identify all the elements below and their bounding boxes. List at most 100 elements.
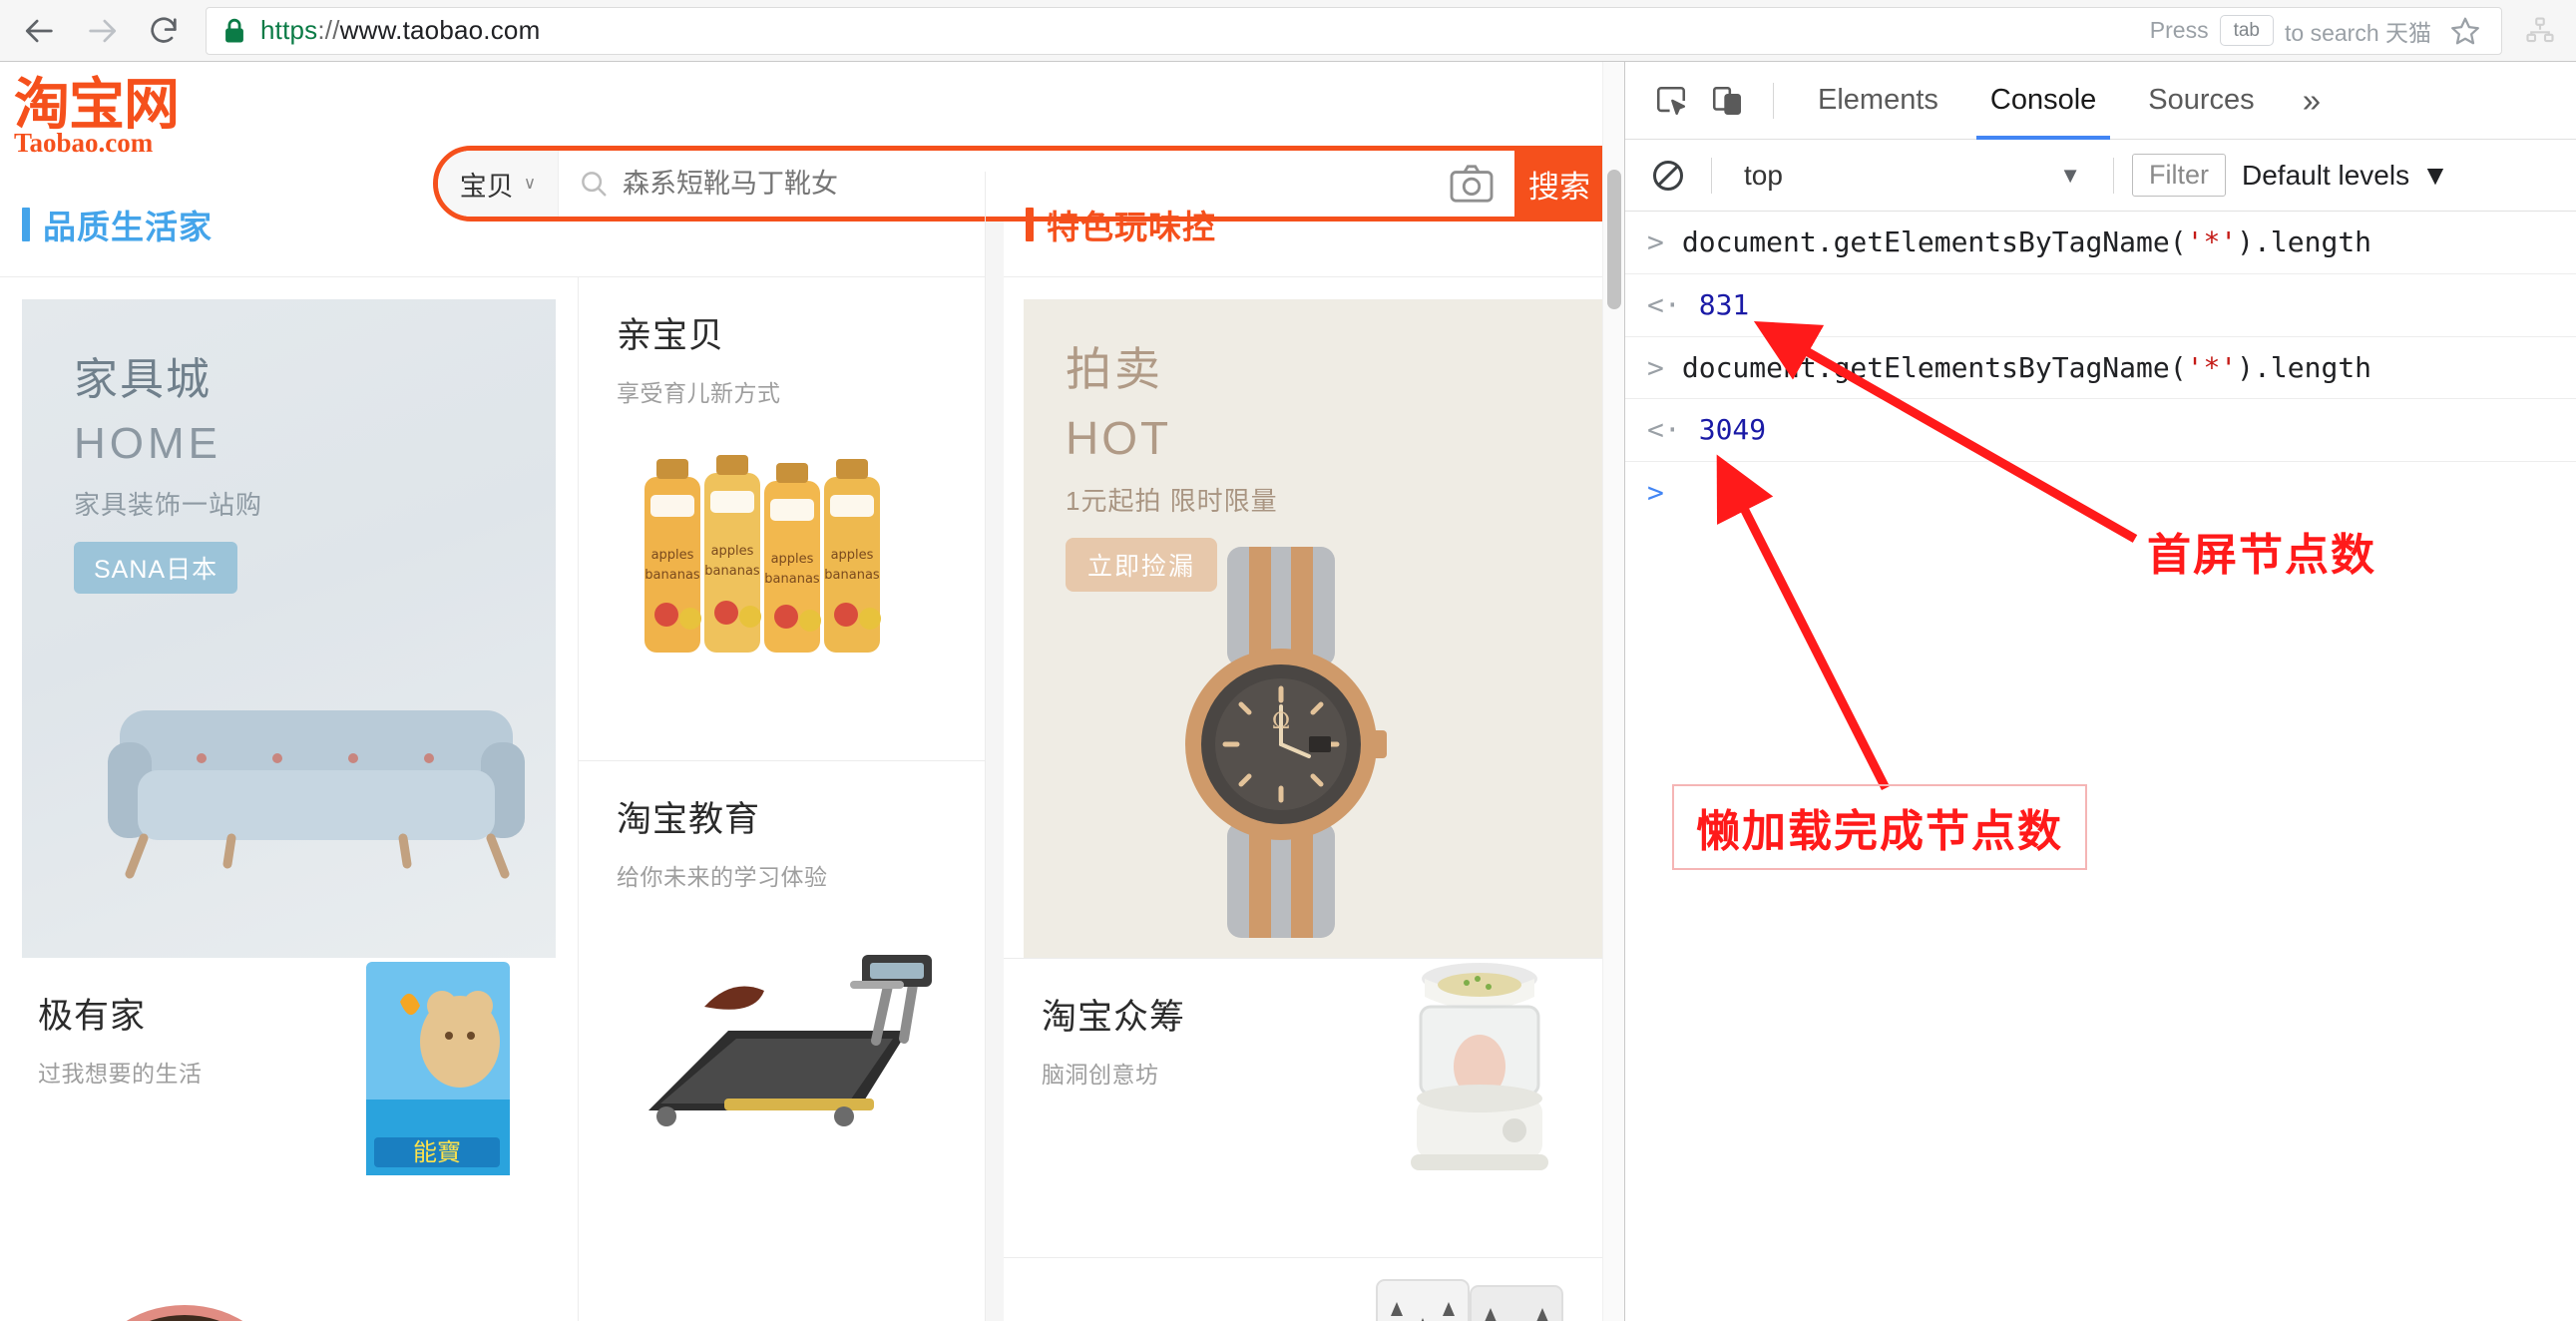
url-separator: :// — [317, 15, 340, 45]
taobao-header: 淘宝网 Taobao.com 宝贝 ∨ 搜索 — [0, 62, 1624, 221]
succulent-plant-image[interactable] — [80, 1263, 289, 1321]
column-gap — [986, 172, 1004, 1321]
jiyoujia-product-image[interactable]: 能寶 — [348, 950, 528, 1189]
card-crowdfunding[interactable]: 淘宝众筹 脑洞创意坊 — [1004, 958, 1624, 1257]
lock-icon — [222, 17, 246, 45]
quality-main-column: 家具城 HOME 家具装饰一站购 SANA日本 极有家 过我想要的生活 能寶 — [0, 277, 579, 1321]
card-furniture-city[interactable]: 家具城 HOME 家具装饰一站购 SANA日本 — [0, 299, 578, 958]
chevron-down-icon: ▼ — [2059, 162, 2081, 188]
devtools-tabbar: Elements Console Sources » — [1625, 62, 2576, 140]
furniture-badge[interactable]: SANA日本 — [74, 542, 238, 594]
svg-text:apples: apples — [771, 552, 814, 567]
console-row-output-2[interactable]: <· 3049 — [1625, 399, 2576, 463]
column-quality-life: 品质生活家 家具城 HOME 家具装饰一站购 SANA日本 极有家 过我想要的生… — [0, 172, 986, 1321]
omnibox-right-controls: Press tab to search 天猫 — [2150, 11, 2485, 51]
log-levels-select[interactable]: Default levels ▼ — [2242, 160, 2449, 192]
url-scheme: https — [260, 15, 318, 45]
input-arrow-icon: > — [1647, 350, 1664, 384]
quality-grid: 家具城 HOME 家具装饰一站购 SANA日本 极有家 过我想要的生活 能寶 亲… — [0, 276, 985, 1321]
column-specialty-fun: 特色玩味控 拍卖 HOT 1元起拍 限时限量 立即捡漏 Ω 淘宝众筹 脑洞创意坊 — [1004, 172, 1624, 1321]
auction-tagline: 1元起拍 限时限量 — [1066, 486, 1278, 516]
hint-prefix: Press — [2149, 17, 2209, 43]
devtools-panel: Elements Console Sources » top ▼ Filter … — [1624, 62, 2576, 1321]
svg-text:apples: apples — [651, 548, 694, 563]
logo-chinese: 淘宝网 — [14, 72, 180, 138]
toggle-device-toolbar-icon[interactable] — [1699, 73, 1755, 129]
svg-text:Ω: Ω — [1272, 709, 1290, 734]
chevron-down-icon: ▼ — [2421, 159, 2449, 191]
section-title-text: 特色玩味控 — [1047, 208, 1216, 245]
card-jiyoujia[interactable]: 极有家 过我想要的生活 能寶 — [0, 958, 578, 1257]
hint-suffix: to search 天猫 — [2285, 19, 2431, 46]
content-columns: 品质生活家 家具城 HOME 家具装饰一站购 SANA日本 极有家 过我想要的生… — [0, 172, 1624, 1321]
tab-sources[interactable]: Sources — [2122, 62, 2280, 140]
svg-text:bananas: bananas — [764, 572, 820, 587]
annotation-lazyload-nodes: 懒加载完成节点数 — [1672, 784, 2087, 870]
furniture-tagline: 家具装饰一站购 — [74, 490, 263, 520]
qinbaobei-sub: 享受育儿新方式 — [617, 380, 781, 406]
auction-title: 拍卖 — [1066, 343, 1163, 395]
reload-button[interactable] — [138, 5, 190, 57]
bookmark-star-icon[interactable] — [2445, 11, 2485, 51]
console-row-output-1[interactable]: <· 831 — [1625, 274, 2576, 337]
section-title-specialty: 特色玩味控 — [1004, 172, 1624, 276]
section-accent-bar — [1026, 207, 1034, 241]
address-bar[interactable]: https://www.taobao.com Press tab to sear… — [206, 6, 2502, 55]
console-result-1: 831 — [1698, 287, 1750, 321]
console-row-input-1[interactable]: > document.getElementsByTagName('*').len… — [1625, 212, 2576, 274]
card-succulents[interactable] — [0, 1257, 578, 1321]
egg-steamer-image[interactable] — [1375, 949, 1584, 1198]
taobao-logo[interactable]: 淘宝网 Taobao.com — [14, 72, 182, 157]
tab-to-search-hint: Press tab to search 天猫 — [2150, 14, 2431, 48]
forward-button[interactable] — [76, 5, 128, 57]
auction-hero-banner[interactable]: 拍卖 HOT 1元起拍 限时限量 立即捡漏 Ω — [1024, 299, 1604, 958]
clear-console-icon[interactable] — [1643, 151, 1693, 201]
console-prompt-row[interactable]: > — [1625, 462, 2576, 524]
input-arrow-icon: > — [1647, 225, 1664, 258]
console-filter-input[interactable]: Filter — [2132, 154, 2226, 197]
console-expression-1: document.getElementsByTagName('*').lengt… — [1681, 225, 2372, 258]
console-toolbar: top ▼ Filter Default levels ▼ — [1625, 140, 2576, 212]
execution-context-select[interactable]: top ▼ — [1730, 150, 2095, 202]
url-host: www.taobao.com — [339, 15, 541, 45]
toolbar-divider — [1773, 82, 1774, 119]
section-accent-bar — [22, 207, 30, 241]
page-viewport: 淘宝网 Taobao.com 宝贝 ∨ 搜索 — [0, 62, 1624, 1321]
back-button[interactable] — [14, 5, 66, 57]
sofa-illustration — [108, 710, 525, 879]
page-scrollbar[interactable] — [1602, 62, 1624, 1321]
tab-console[interactable]: Console — [1964, 62, 2122, 140]
treadmill-image[interactable] — [609, 921, 938, 1160]
quality-side-column: 亲宝贝 享受育儿新方式 apples apples apples apples … — [579, 277, 985, 1321]
inspect-element-icon[interactable] — [1643, 73, 1699, 129]
furniture-hero-banner[interactable]: 家具城 HOME 家具装饰一站购 SANA日本 — [22, 299, 556, 958]
console-result-2: 3049 — [1698, 413, 1767, 447]
education-title: 淘宝教育 — [617, 800, 761, 839]
wristwatch-image: Ω — [1185, 547, 1387, 938]
cushion-pillows-image[interactable] — [1371, 1266, 1570, 1321]
section-title-text: 品质生活家 — [43, 208, 213, 245]
education-sub: 给你未来的学习体验 — [617, 864, 828, 890]
console-row-input-2[interactable]: > document.getElementsByTagName('*').len… — [1625, 337, 2576, 400]
url-text: https://www.taobao.com — [260, 15, 540, 46]
card-pillows[interactable] — [1004, 1257, 1624, 1321]
card-auction[interactable]: 拍卖 HOT 1元起拍 限时限量 立即捡漏 Ω — [1004, 299, 1624, 958]
card-taobao-education[interactable]: 淘宝教育 给你未来的学习体验 — [579, 760, 985, 1189]
card-qinbaobei[interactable]: 亲宝贝 享受育儿新方式 apples apples apples apples … — [579, 277, 985, 760]
specialty-grid: 拍卖 HOT 1元起拍 限时限量 立即捡漏 Ω 淘宝众筹 脑洞创意坊 — [1004, 276, 1624, 1321]
navigation-buttons — [14, 5, 190, 57]
baby-food-pouch-image[interactable]: apples apples apples apples bananas bananas… — [627, 437, 926, 686]
prompt-arrow-icon: > — [1647, 476, 1664, 510]
page-scrollbar-thumb[interactable] — [1607, 170, 1621, 309]
furniture-subtitle-en: HOME — [74, 419, 221, 468]
tab-elements[interactable]: Elements — [1792, 62, 1964, 140]
console-divider-1 — [1711, 157, 1712, 194]
svg-text:能寶: 能寶 — [413, 1138, 461, 1166]
annotation-first-screen-nodes: 首屏节点数 — [2147, 530, 2376, 581]
execution-context-label: top — [1744, 159, 1783, 191]
browser-toolbar: https://www.taobao.com Press tab to sear… — [0, 0, 2576, 62]
console-divider-2 — [2113, 157, 2114, 194]
extension-icon[interactable] — [2518, 9, 2562, 53]
more-tabs-icon[interactable]: » — [2281, 62, 2343, 140]
console-log[interactable]: > document.getElementsByTagName('*').len… — [1625, 212, 2576, 1321]
